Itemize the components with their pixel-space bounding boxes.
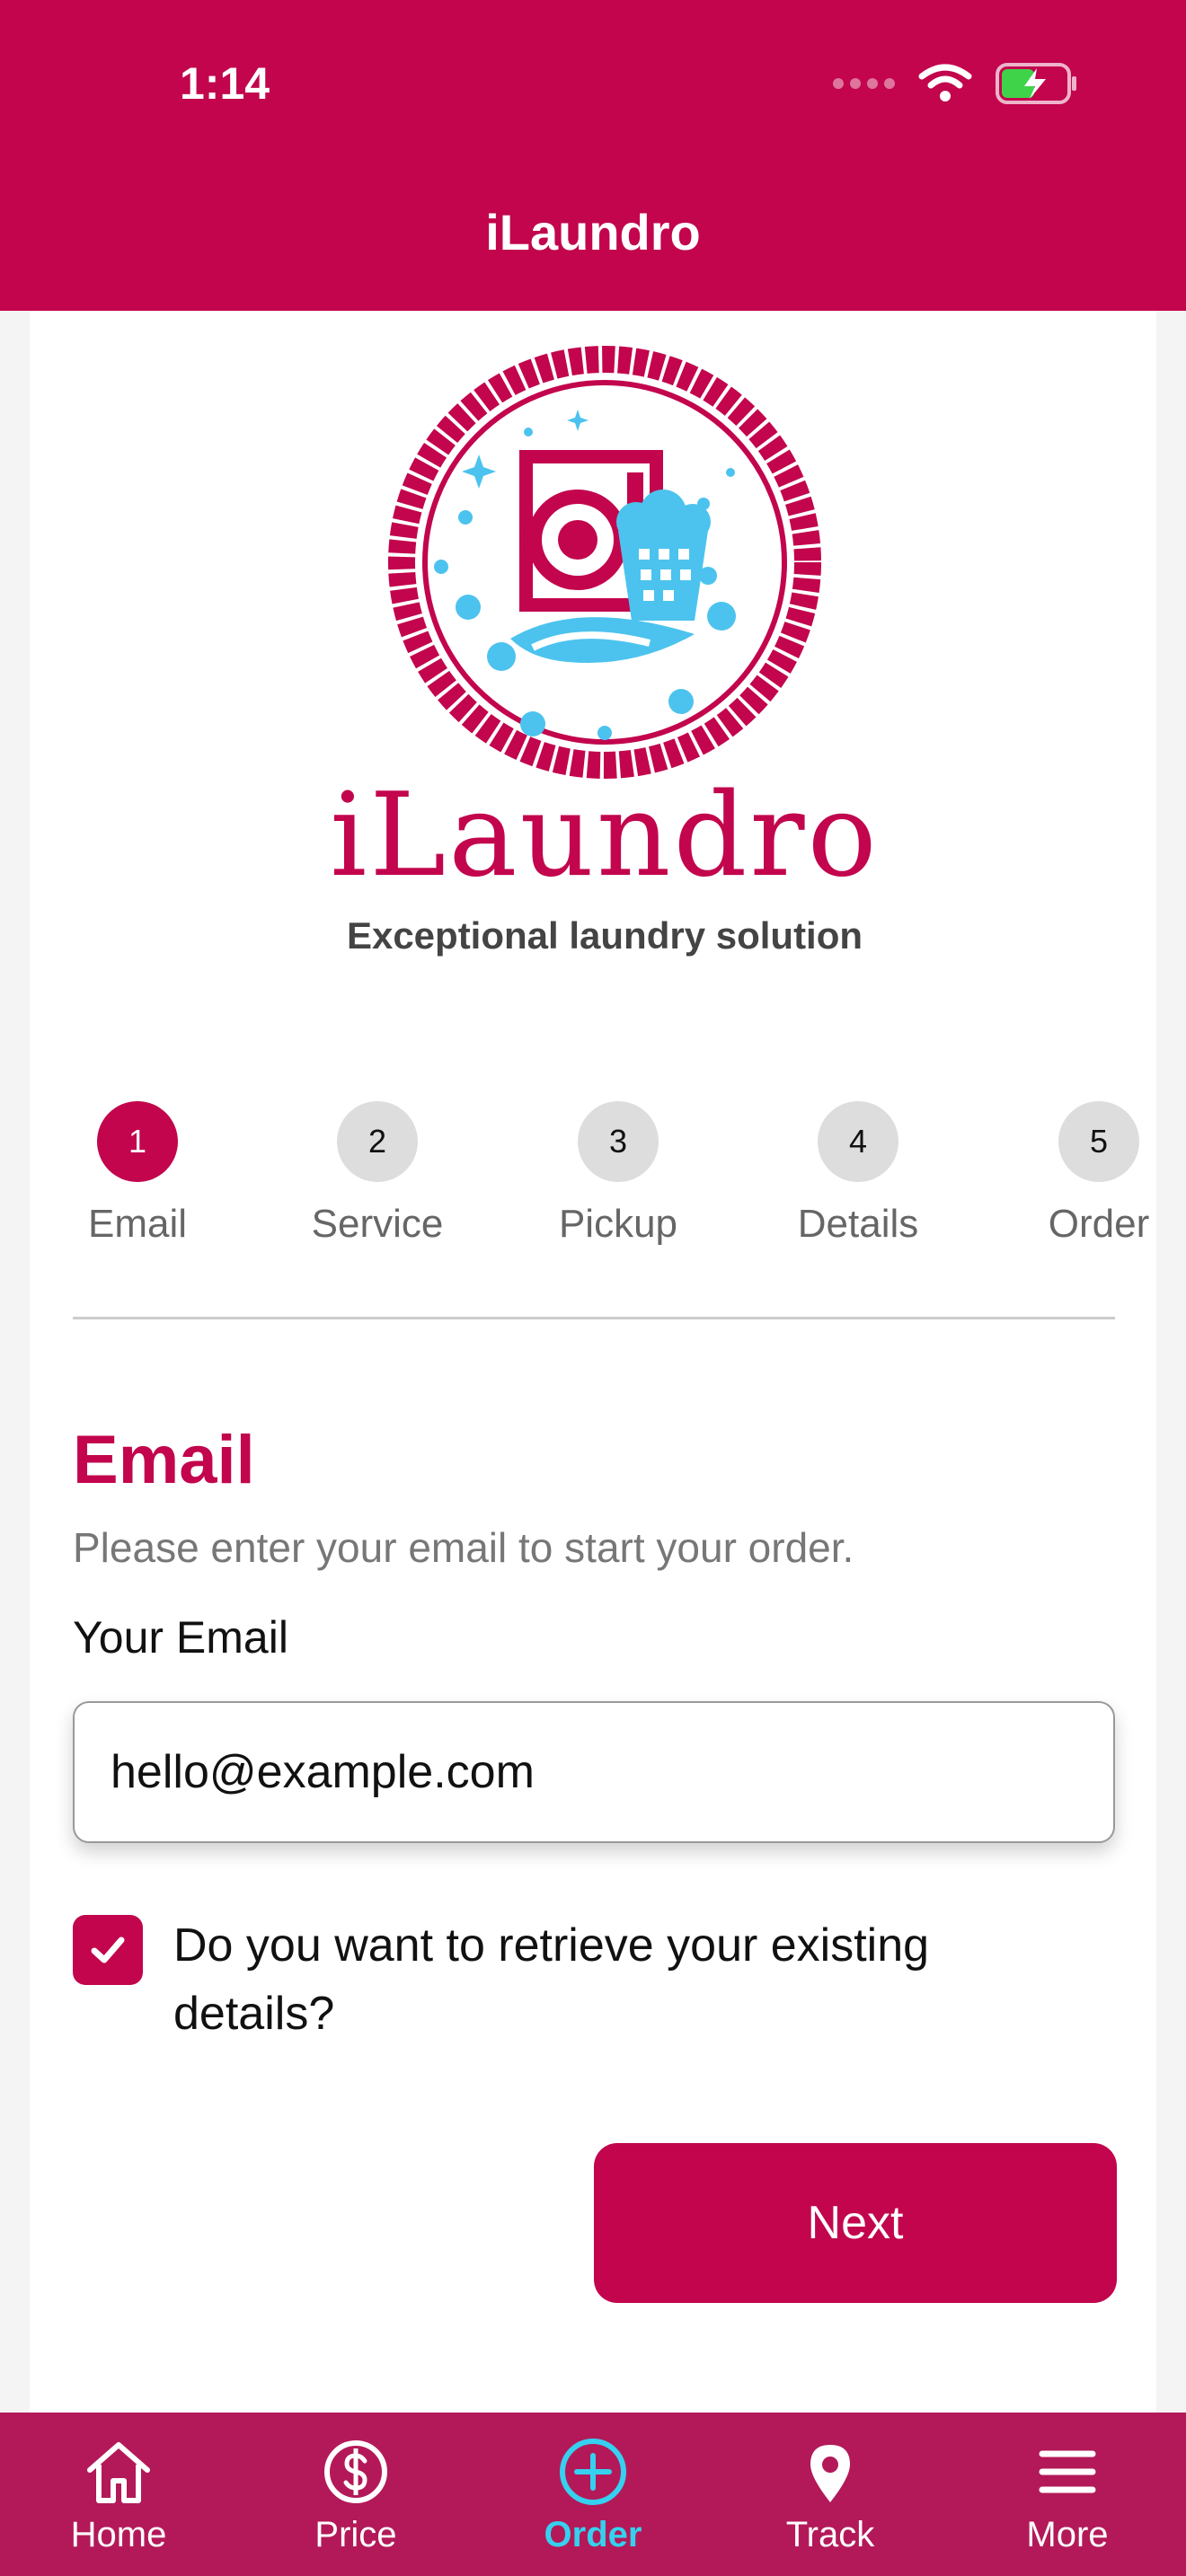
step-number: 5: [1058, 1101, 1139, 1182]
step-number: 3: [578, 1101, 659, 1182]
step-number: 4: [818, 1101, 898, 1182]
location-pin-icon: [810, 2445, 850, 2502]
washing-machine-logo-icon: [388, 346, 821, 779]
step-order[interactable]: 5 Order: [1018, 1101, 1180, 1247]
logo-tagline: Exceptional laundry solution: [346, 914, 863, 957]
app-header: 1:14 iLaundro: [0, 0, 1186, 311]
step-number: 1: [97, 1101, 178, 1182]
step-label: Service: [311, 1202, 444, 1246]
step-pickup[interactable]: 3 Pickup: [537, 1101, 699, 1247]
step-label: Email: [87, 1202, 188, 1246]
battery-icon: [996, 63, 1076, 104]
menu-icon: [1039, 2450, 1096, 2493]
step-service[interactable]: 2 Service: [296, 1101, 458, 1247]
email-input[interactable]: [73, 1701, 1115, 1843]
tab-order[interactable]: Order: [494, 2413, 692, 2576]
tab-price[interactable]: Price: [257, 2413, 455, 2576]
tab-label: Price: [314, 2515, 397, 2554]
page-title: iLaundro: [485, 204, 701, 260]
signal-icon: [833, 78, 895, 89]
status-icons: [833, 63, 1078, 104]
email-label: Your Email: [73, 1612, 288, 1663]
status-time: 1:14: [180, 58, 270, 109]
order-stepper: 1 Email 2 Service 3 Pickup 4 Details 5 O…: [57, 1101, 1149, 1246]
retrieve-details-label: Do you want to retrieve your existing de…: [173, 1919, 930, 2040]
retrieve-details-checkbox[interactable]: [73, 1915, 143, 1985]
step-label: Order: [1048, 1202, 1150, 1246]
plus-circle-icon: [560, 2439, 626, 2505]
step-email[interactable]: 1 Email: [57, 1101, 218, 1247]
home-icon: [87, 2442, 150, 2503]
logo-wordmark: iLaundro: [330, 769, 880, 903]
step-number: 2: [337, 1101, 418, 1182]
next-button[interactable]: Next: [594, 2143, 1117, 2303]
wifi-icon: [918, 64, 972, 101]
checkmark-icon: [91, 1936, 125, 1963]
dollar-icon: [324, 2440, 387, 2503]
step-label: Details: [797, 1202, 919, 1246]
tab-track[interactable]: Track: [731, 2413, 929, 2576]
tab-label: More: [1026, 2515, 1109, 2554]
order-card: iLaundro Exceptional laundry solution 1 …: [30, 311, 1156, 2413]
brand-logo: iLaundro Exceptional laundry solution: [308, 338, 901, 1002]
bottom-tab-bar: Home Price Order Track More: [0, 2413, 1186, 2576]
step-label: Pickup: [558, 1202, 678, 1246]
section-subtitle: Please enter your email to start your or…: [73, 1524, 854, 1571]
step-details[interactable]: 4 Details: [777, 1101, 939, 1247]
tab-label: Order: [544, 2515, 642, 2554]
tab-more[interactable]: More: [969, 2413, 1166, 2576]
section-title: Email: [73, 1422, 255, 1498]
tab-label: Home: [70, 2515, 167, 2554]
divider: [73, 1317, 1115, 1319]
tab-home[interactable]: Home: [20, 2413, 217, 2576]
tab-label: Track: [785, 2515, 875, 2554]
